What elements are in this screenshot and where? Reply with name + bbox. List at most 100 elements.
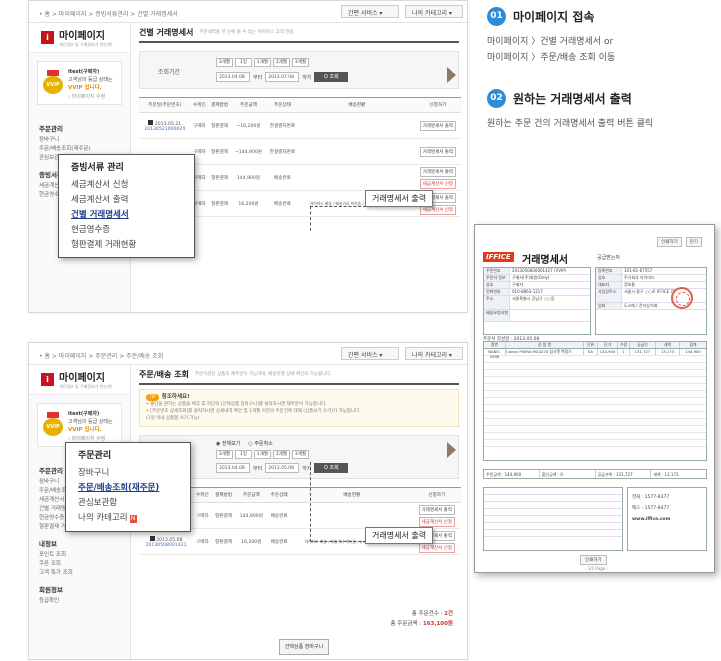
- shipping-status: [298, 138, 415, 165]
- order-menu-popup: 주문관리 장바구니 주문/배송조회(재주문) 관심보관함 나의 카테고리 N: [65, 442, 191, 532]
- payment-method: 형판결제: [208, 190, 231, 217]
- invoice-print-tool[interactable]: 인쇄하기: [657, 237, 682, 247]
- row-checkbox[interactable]: [149, 535, 155, 541]
- popup-item-wishlist[interactable]: 관심보관함: [78, 496, 178, 511]
- column-header: 수취인: [190, 97, 209, 113]
- print-invoice-button[interactable]: 거래명세서 출력: [418, 504, 455, 515]
- order-amount: 16,200원: [231, 190, 266, 217]
- sidebar-item[interactable]: 고객 특가 조회: [39, 569, 120, 578]
- item-column-header: 품번: [484, 342, 506, 348]
- buyer-info: 주문번호 2013050800001427 (VVIP) 주문자 정보 구매자(주)…: [483, 267, 591, 335]
- tax-invoice-request-button[interactable]: 세금계산서 신청: [418, 542, 455, 553]
- item-column-header: 합계: [689, 342, 697, 347]
- popup-title: 주문관리: [78, 451, 112, 461]
- summary-cell: 주문금액 : 144,900: [484, 470, 540, 478]
- period-label: 조회기간: [158, 69, 181, 76]
- step-2: 02 원하는 거래명세서 출력 원하는 주문 건의 거래명세서 출력 버튼 클릭: [487, 88, 653, 132]
- order-number-link[interactable]: 20130508001421: [140, 543, 192, 548]
- tax-invoice-request-button[interactable]: 세금계산서 신청: [419, 178, 457, 189]
- print-invoice-button[interactable]: 거래명세서 출력: [419, 166, 457, 177]
- popup-item-tax-request[interactable]: 세금계산서 신청: [71, 178, 182, 193]
- period-button[interactable]: 1일: [235, 58, 252, 67]
- mypage-logo[interactable]: i 마이페이지 개인정보 및 구매정보가 한눈에!: [29, 23, 130, 53]
- period-button[interactable]: 2개월: [273, 450, 290, 459]
- print-invoice-button[interactable]: 거래명세서 출력: [419, 146, 457, 157]
- order-amount: ~144,900원: [231, 138, 266, 165]
- date-from-input[interactable]: 2013.04.08: [216, 463, 250, 473]
- field-value: 구매자(주)회원(Only): [512, 275, 550, 280]
- search-button[interactable]: Q 조회: [314, 463, 349, 473]
- period-button[interactable]: 3개월: [292, 58, 309, 67]
- my-category-button[interactable]: 나의 카테고리 ▾: [405, 347, 463, 360]
- order-number-link[interactable]: 20130521000024: [140, 127, 190, 132]
- order-status: 배송완료: [267, 502, 292, 529]
- popup-item-settlement[interactable]: 형판결제 거래현황: [71, 238, 182, 253]
- payment-method: 형판결제: [211, 528, 236, 555]
- arrow-right-icon: [447, 442, 456, 458]
- column-header: 주문금액: [235, 487, 268, 503]
- print-invoice-button[interactable]: 거래명세서 출력: [419, 120, 457, 131]
- from-label: 부터: [253, 465, 263, 472]
- period-button[interactable]: 1개월: [254, 450, 271, 459]
- popup-item-my-category[interactable]: 나의 카테고리 N: [78, 511, 178, 526]
- radio-all[interactable]: ◉ 전체보기: [216, 440, 240, 447]
- my-category-button[interactable]: 나의 카테고리 ▾: [405, 5, 463, 18]
- date-to-input[interactable]: 2013.05.08: [265, 463, 300, 473]
- invoice-close-tool[interactable]: 닫기: [685, 237, 702, 247]
- date-from-input[interactable]: 2013.04.08: [216, 72, 250, 82]
- quick-service-button[interactable]: 간편 서비스 ▾: [341, 5, 399, 18]
- item-column-header: 단위: [584, 342, 598, 348]
- sidebar-item[interactable]: 포인트 조회: [39, 551, 120, 560]
- quick-service-button[interactable]: 간편 서비스 ▾: [341, 347, 399, 360]
- tip-box: TIP 참조하세요! • 출단을 원하는 상품을 체크 후 하단의 [선택상품 장…: [139, 389, 459, 427]
- column-header: 신청하기: [414, 97, 461, 113]
- column-header: 수취인: [193, 487, 212, 503]
- order-status: 배송완료: [265, 190, 299, 217]
- sidebar-item[interactable]: 등급확인: [39, 597, 120, 606]
- user-grade: VVIP 입니다.: [68, 85, 102, 91]
- step-number-badge: 02: [487, 89, 506, 108]
- edit-profile-link[interactable]: › 마이페이지 수정: [68, 435, 105, 442]
- invoice-print-button[interactable]: 인쇄하기: [580, 555, 607, 565]
- payment-method: 형판결제: [208, 112, 231, 139]
- page-header: 주문/배송 조회 주문하셨던 상품의 재주문이 가능하며, 배송진행 상태 확인…: [139, 365, 459, 385]
- popup-item-cart[interactable]: 장바구니: [78, 466, 178, 481]
- sidebar-item[interactable]: 주문/배송조회(재주문): [39, 145, 120, 154]
- field-value: 주식회사 아이마스: [624, 275, 655, 280]
- step-description: 마이페이지 〉건별 거래명세서 or 마이페이지 〉주문/배송 조회 이동: [487, 34, 615, 66]
- add-selected-to-cart-button[interactable]: 선택상품 장바구니: [279, 639, 329, 655]
- user-grade-text: 고객님의 등급 상태는: [68, 419, 113, 425]
- print-invoice-callout: 거래명세서 출력: [365, 527, 434, 544]
- order-amount: 16,200원: [235, 528, 268, 555]
- date-to-input[interactable]: 2013.07.08: [265, 72, 300, 82]
- item-cell: 131,727: [630, 349, 656, 355]
- order-status: 한결결자완료: [265, 112, 299, 139]
- popup-item-cash-receipt[interactable]: 현금영수증: [71, 223, 182, 238]
- user-name: itest(구매자): [68, 69, 100, 75]
- sidebar-item[interactable]: 장바구니: [39, 136, 120, 145]
- grade-medal-icon: VVIP: [43, 412, 63, 436]
- period-button[interactable]: 3개월: [216, 450, 233, 459]
- period-button[interactable]: 1개월: [254, 58, 271, 67]
- recipient: 구매자: [190, 112, 209, 139]
- period-button[interactable]: 3개월: [216, 58, 233, 67]
- radio-cancel[interactable]: ○ 주문취소: [248, 440, 272, 447]
- logo-subtext: 개인정보 및 구매정보가 한눈에!: [59, 384, 113, 389]
- edit-profile-link[interactable]: › 마이페이지 수정: [68, 93, 105, 100]
- sidebar-item[interactable]: 쿠폰 조회: [39, 560, 120, 569]
- search-button[interactable]: Q 조회: [314, 72, 349, 82]
- period-button[interactable]: 1일: [235, 450, 252, 459]
- popup-item-invoice[interactable]: 건별 거래명세서: [71, 208, 182, 223]
- page-indicator: - 1/1 Page -: [585, 566, 608, 571]
- summary-cell: 세액 : 13,173: [653, 472, 679, 477]
- period-button[interactable]: 2개월: [273, 58, 290, 67]
- period-button[interactable]: 3개월: [292, 450, 309, 459]
- step-1: 01 마이페이지 접속 마이페이지 〉건별 거래명세서 or 마이페이지 〉주문/…: [487, 6, 615, 66]
- user-info-box: VVIP itest(구매자) 고객님의 등급 상태는 VVIP 입니다. › …: [37, 403, 122, 447]
- mypage-logo[interactable]: i 마이페이지 개인정보 및 구매정보가 한눈에!: [29, 365, 130, 395]
- tax-invoice-request-button[interactable]: 세금계산서 신청: [418, 516, 455, 527]
- popup-item-tax-print[interactable]: 세금계산서 출력: [71, 193, 182, 208]
- row-checkbox[interactable]: [148, 119, 154, 125]
- popup-item-order-status[interactable]: 주문/배송조회(재주문): [78, 481, 178, 496]
- period-filter: 조회기간 3개월 1일 1개월 2개월 3개월 2013.04.08 부터 20…: [139, 51, 459, 89]
